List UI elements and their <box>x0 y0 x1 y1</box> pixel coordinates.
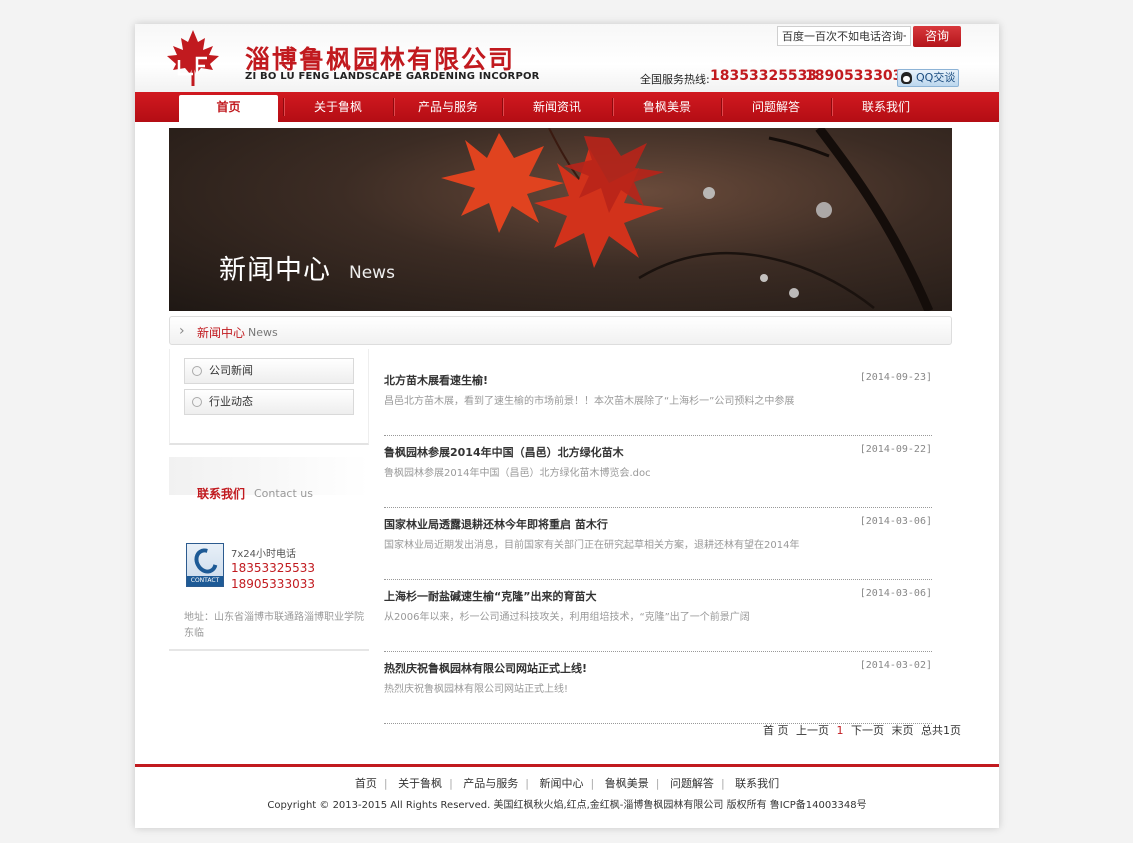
footer-link-about[interactable]: 关于鲁枫 <box>398 777 442 790</box>
bullet-icon <box>192 366 202 376</box>
footer-link-contact[interactable]: 联系我们 <box>735 777 779 790</box>
news-title-link[interactable]: 鲁枫园林参展2014年中国（昌邑）北方绿化苗木 <box>384 444 624 460</box>
main-nav: 首页 关于鲁枫 产品与服务 新闻资讯 鲁枫美景 问题解答 联系我们 <box>135 92 999 122</box>
footer-nav: 首页 | 关于鲁枫 | 产品与服务 | 新闻中心 | 鲁枫美景 | 问题解答 | 联系我们 <box>135 775 999 791</box>
footer-separator: | <box>449 777 453 790</box>
news-banner: 新闻中心 News <box>169 128 952 311</box>
qq-chat-button[interactable]: QQ交谈 <box>897 69 959 87</box>
banner-subtitle: News <box>349 263 395 283</box>
contact-phone-icon: CONTACT <box>186 543 224 587</box>
pager-prev[interactable]: 上一页 <box>796 724 829 737</box>
news-date: [2014-03-06] <box>859 516 932 527</box>
contact-icon-label: CONTACT <box>187 576 223 586</box>
pager-total: 总共1页 <box>921 724 961 737</box>
hotline-label: 全国服务热线: <box>640 73 710 86</box>
sidebar-item-label: 公司新闻 <box>209 364 253 377</box>
divider <box>169 649 369 651</box>
nav-item-home[interactable]: 首页 <box>179 95 278 122</box>
footer-link-scenery[interactable]: 鲁枫美景 <box>605 777 649 790</box>
footer-link-home[interactable]: 首页 <box>355 777 377 790</box>
nav-item-faq[interactable]: 问题解答 <box>722 92 830 122</box>
hotline-number-1: 18353325533 <box>710 68 818 84</box>
footer-link-news[interactable]: 新闻中心 <box>540 777 584 790</box>
contact-hours: 7x24小时电话 <box>231 549 297 560</box>
chevron-right-icon: › <box>179 323 185 339</box>
sidebar-item-label: 行业动态 <box>209 395 253 408</box>
news-date: [2014-09-23] <box>859 372 932 383</box>
news-date: [2014-03-02] <box>859 660 932 671</box>
contact-title: 联系我们 <box>197 487 246 501</box>
nav-item-news[interactable]: 新闻资讯 <box>503 92 611 122</box>
sidebar: 公司新闻 行业动态 联系我们 Contact us CONTACT 7x24小时… <box>169 349 369 651</box>
footer-separator: | <box>525 777 529 790</box>
contact-phone-1: 18353325533 <box>231 561 315 575</box>
consult-button[interactable]: 咨询 <box>913 26 961 47</box>
footer-separator: | <box>720 777 725 790</box>
banner-title: 新闻中心 <box>219 255 331 286</box>
news-title-link[interactable]: 上海杉一耐盐碱速生榆“克隆”出来的育苗大 <box>384 588 596 604</box>
header: 淄博鲁枫园林有限公司 ZI BO LU FENG LANDSCAPE GARDE… <box>135 24 999 92</box>
news-summary: 鲁枫园林参展2014年中国（昌邑）北方绿化苗木博览会.doc <box>384 468 651 479</box>
search-input[interactable] <box>777 26 911 46</box>
contact-title-english: Contact us <box>254 487 313 500</box>
news-summary: 热烈庆祝鲁枫园林有限公司网站正式上线! <box>384 684 569 695</box>
copyright-text: Copyright © 2013-2015 All Rights Reserve… <box>267 800 867 811</box>
section-subtitle: News <box>248 326 278 339</box>
news-item: 北方苗木展看速生榆! [2014-09-23] 昌邑北方苗木展，看到了速生榆的市… <box>384 364 932 436</box>
footer-separator: | <box>655 777 660 790</box>
news-item: 上海杉一耐盐碱速生榆“克隆”出来的育苗大 [2014-03-06] 从2006年… <box>384 580 932 652</box>
sidebar-item-company-news[interactable]: 公司新闻 <box>184 358 354 384</box>
footer-separator: | <box>383 777 388 790</box>
phone-handset-icon <box>189 544 223 578</box>
page: 淄博鲁枫园林有限公司 ZI BO LU FENG LANDSCAPE GARDE… <box>135 24 999 828</box>
news-summary: 从2006年以来，杉一公司通过科技攻关，利用组培技术，“克隆”出了一个前景广阔 <box>384 612 750 623</box>
company-name-english: ZI BO LU FENG LANDSCAPE GARDENING INCORP… <box>245 71 540 82</box>
qq-chat-label: QQ交谈 <box>916 71 956 84</box>
footer-link-faq[interactable]: 问题解答 <box>670 777 714 790</box>
footer-separator: | <box>590 777 595 790</box>
qq-penguin-icon <box>901 72 912 84</box>
news-date: [2014-03-06] <box>859 588 932 599</box>
pager-first[interactable]: 首 页 <box>763 724 789 737</box>
nav-item-contact[interactable]: 联系我们 <box>832 92 940 122</box>
pagination: 首 页 上一页 1 下一页 末页 总共1页 <box>763 722 965 738</box>
nav-item-products[interactable]: 产品与服务 <box>394 92 502 122</box>
news-item: 国家林业局透露退耕还林今年即将重启 苗木行 [2014-03-06] 国家林业局… <box>384 508 932 580</box>
bullet-icon <box>192 397 202 407</box>
pager-next[interactable]: 下一页 <box>851 724 884 737</box>
pager-current: 1 <box>836 724 844 737</box>
news-date: [2014-09-22] <box>859 444 932 455</box>
pager-last[interactable]: 末页 <box>892 724 914 737</box>
news-summary: 国家林业局近期发出消息，目前国家有关部门正在研究起草相关方案，退耕还林有望在20… <box>384 540 800 551</box>
news-item: 鲁枫园林参展2014年中国（昌邑）北方绿化苗木 [2014-09-22] 鲁枫园… <box>384 436 932 508</box>
footer-divider <box>135 764 999 767</box>
nav-item-about[interactable]: 关于鲁枫 <box>284 92 392 122</box>
nav-item-scenery[interactable]: 鲁枫美景 <box>613 92 721 122</box>
news-title-link[interactable]: 北方苗木展看速生榆! <box>384 372 488 388</box>
footer-link-products[interactable]: 产品与服务 <box>463 777 518 790</box>
news-title-link[interactable]: 热烈庆祝鲁枫园林有限公司网站正式上线! <box>384 660 587 676</box>
sidebar-item-industry-news[interactable]: 行业动态 <box>184 389 354 415</box>
contact-phone-2: 18905333033 <box>231 577 315 591</box>
news-item: 热烈庆祝鲁枫园林有限公司网站正式上线! [2014-03-02] 热烈庆祝鲁枫园… <box>384 652 932 724</box>
news-summary: 昌邑北方苗木展，看到了速生榆的市场前景！！本次苗木展除了“上海杉一”公司预料之中… <box>384 396 795 407</box>
news-title-link[interactable]: 国家林业局透露退耕还林今年即将重启 苗木行 <box>384 516 608 532</box>
section-header-bar: › 新闻中心 News <box>169 316 952 345</box>
maple-leaf-logo-icon[interactable] <box>163 28 223 88</box>
contact-address: 地址：山东省淄博市联通路淄博职业学院东临 <box>184 612 364 639</box>
section-title: 新闻中心 <box>197 326 246 340</box>
